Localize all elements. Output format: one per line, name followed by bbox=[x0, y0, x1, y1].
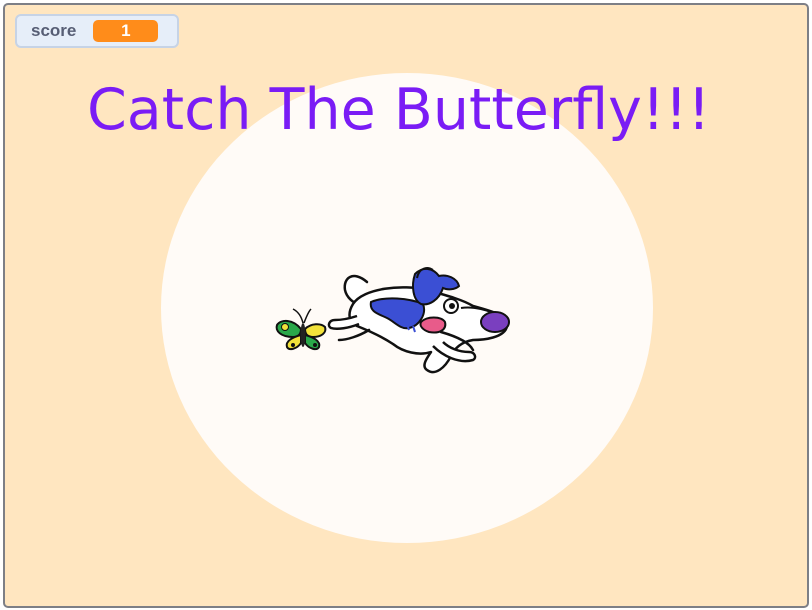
butterfly-sprite[interactable] bbox=[271, 305, 333, 355]
game-title: Catch The Butterfly!!! bbox=[87, 77, 711, 143]
dog-sprite[interactable] bbox=[323, 260, 515, 378]
score-monitor: score 1 bbox=[15, 14, 179, 48]
score-value: 1 bbox=[93, 20, 159, 42]
score-label: score bbox=[31, 21, 77, 40]
game-stage[interactable]: score 1 Catch The Butterfly!!! bbox=[3, 3, 809, 608]
